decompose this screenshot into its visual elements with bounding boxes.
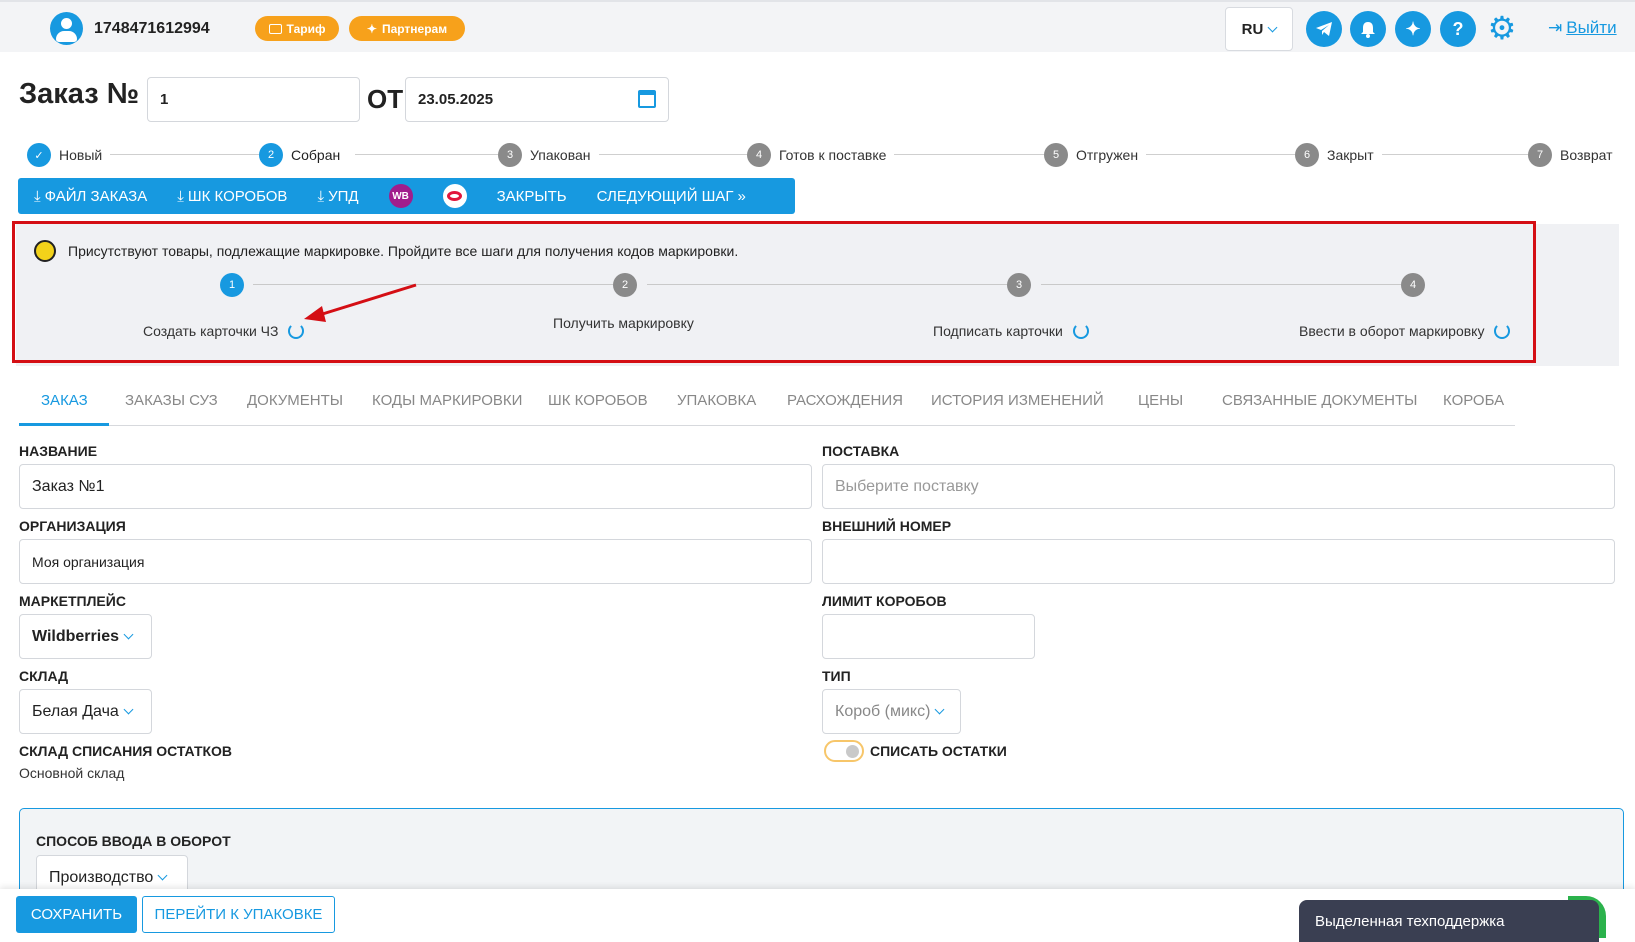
type-label: ТИП — [822, 668, 851, 684]
name-value: Заказ №1 — [32, 477, 105, 495]
supply-placeholder: Выберите поставку — [835, 477, 979, 495]
writeoff-warehouse-label: СКЛАД СПИСАНИЯ ОСТАТКОВ — [19, 743, 233, 759]
tab-order[interactable]: ЗАКАЗ — [41, 392, 88, 409]
external-number-label: ВНЕШНИЙ НОМЕР — [822, 518, 952, 534]
marketplace-label: МАРКЕТПЛЕЙС — [19, 593, 126, 609]
order-tabs: ЗАКАЗ ЗАКАЗЫ СУЗ ДОКУМЕНТЫ КОДЫ МАРКИРОВ… — [19, 384, 1515, 426]
active-tab-indicator — [19, 423, 109, 426]
chevron-down-icon — [123, 629, 134, 640]
type-value: Короб (микс) — [835, 702, 931, 720]
tab-marking-codes[interactable]: КОДЫ МАРКИРОВКИ — [372, 392, 522, 409]
tab-boxes[interactable]: КОРОБА — [1443, 392, 1504, 409]
chevron-down-icon — [157, 870, 168, 881]
writeoff-toggle-label: СПИСАТЬ ОСТАТКИ — [870, 743, 1007, 759]
circulation-value: Производство — [49, 868, 154, 886]
tab-history[interactable]: ИСТОРИЯ ИЗМЕНЕНИЙ — [931, 392, 1104, 409]
support-label: Выделенная техподдержка — [1315, 912, 1505, 930]
chevron-down-icon — [934, 704, 945, 715]
circulation-label: СПОСОБ ВВОДА В ОБОРОТ — [36, 833, 231, 849]
tab-prices[interactable]: ЦЕНЫ — [1138, 392, 1183, 409]
organization-label: ОРГАНИЗАЦИЯ — [19, 518, 126, 534]
box-limit-label: ЛИМИТ КОРОБОВ — [822, 593, 947, 609]
tab-box-barcodes[interactable]: ШК КОРОБОВ — [548, 392, 648, 409]
name-label: НАЗВАНИЕ — [19, 443, 98, 459]
organization-input[interactable]: Моя организация — [19, 539, 812, 584]
external-number-input[interactable] — [822, 539, 1615, 584]
type-select[interactable]: Короб (микс) — [822, 689, 961, 734]
supply-label: ПОСТАВКА — [822, 443, 900, 459]
chevron-down-icon — [123, 704, 134, 715]
save-button[interactable]: СОХРАНИТЬ — [16, 896, 137, 933]
tab-related-documents[interactable]: СВЯЗАННЫЕ ДОКУМЕНТЫ — [1222, 392, 1417, 409]
marketplace-select[interactable]: Wildberries — [19, 614, 152, 659]
supply-select[interactable]: Выберите поставку — [822, 464, 1615, 509]
tab-discrepancies[interactable]: РАСХОЖДЕНИЯ — [787, 392, 903, 409]
tab-documents[interactable]: ДОКУМЕНТЫ — [247, 392, 343, 409]
support-chat-widget[interactable]: Выделенная техподдержка — [1299, 900, 1599, 942]
warehouse-value: Белая Дача — [32, 702, 119, 720]
tab-packing[interactable]: УПАКОВКА — [677, 392, 756, 409]
name-input[interactable]: Заказ №1 — [19, 464, 812, 509]
box-limit-input[interactable] — [822, 614, 1035, 659]
warehouse-select[interactable]: Белая Дача — [19, 689, 152, 734]
organization-value: Моя организация — [32, 553, 145, 570]
marketplace-value: Wildberries — [32, 627, 119, 645]
tab-suz-orders[interactable]: ЗАКАЗЫ СУЗ — [125, 392, 218, 409]
go-to-packing-button[interactable]: ПЕРЕЙТИ К УПАКОВКЕ — [142, 896, 335, 933]
warehouse-label: СКЛАД — [19, 668, 69, 684]
writeoff-warehouse-value: Основной склад — [19, 765, 125, 781]
writeoff-toggle[interactable] — [824, 740, 864, 762]
